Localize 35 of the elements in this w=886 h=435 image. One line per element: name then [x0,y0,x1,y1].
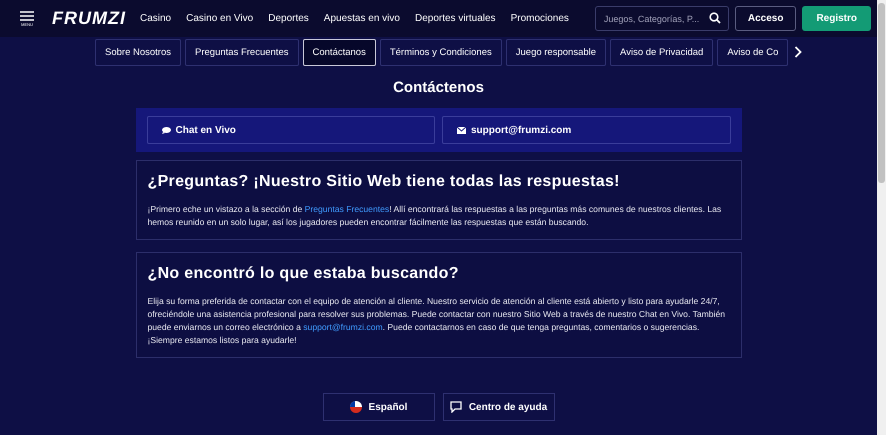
nav-link[interactable]: Casino en Vivo [186,13,254,24]
contact-button[interactable]: Chat en Vivo [146,116,435,144]
logo[interactable]: FRUMZI [52,8,126,29]
chevron-right-icon[interactable] [794,46,802,58]
card-paragraph: ¡Primero eche un vistazo a la sección de Preguntas Frecuentes! Allí encontrará las respuestas a las preguntas más comunes de nuestros clientes. Las hemos reunido en un solo lugar, así los jugadores pueden encontrar fácilmente las respuestas que están buscando. [148,203,722,229]
tab[interactable]: Sobre Nosotros [95,38,182,66]
page-title: Contáctenos [393,79,484,96]
tab[interactable]: Contáctanos [302,38,376,66]
scrollbar-thumb[interactable] [878,3,885,183]
nav-link[interactable]: Casino [140,13,172,24]
tab[interactable]: Aviso de Privacidad [610,38,714,66]
card-heading: ¿No encontró lo que estaba buscando? [148,265,460,283]
search-icon [708,12,721,24]
flag-icon [350,401,362,413]
nav-link[interactable]: Deportes virtuales [414,13,496,24]
card-paragraph: Elija su forma preferida de contactar con el equipo de atención al cliente. Nuestro servicio de atención al cliente está abierto y listo para ayudarle 24/7, ofreciéndole una asistencia profesional para resolver sus problemas. Puede contactar con nuestro Sitio Web a través de nuestro Chat en Vivo. También puede enviarnos un correo electrónico a support@frumzi.com. Puede contactarnos en caso de que tenga preguntas, comentarios o sugerencias. ¡Siempre estamos listos para ayudarle! [148,295,726,347]
footer-button[interactable]: Español [322,393,434,421]
text-link[interactable]: Preguntas Frecuentes [304,204,390,214]
tab[interactable]: Juego responsable [506,38,606,66]
tab[interactable]: Términos y Condiciones [380,38,502,66]
tab[interactable]: Preguntas Frecuentes [185,38,298,66]
card-heading: ¿Preguntas? ¡Nuestro Sitio Web tiene todas las respuestas! [148,173,621,191]
tab[interactable]: Aviso de Co [717,38,788,66]
login-button[interactable]: Acceso [734,6,796,31]
nav-link[interactable]: Apuestas en vivo [324,13,400,24]
text-link[interactable]: support@frumzi.com [303,322,383,332]
search-field[interactable]: Juegos, Categorías, P... [594,6,729,31]
envelope-icon [457,126,466,134]
nav-link[interactable]: Deportes [268,13,309,24]
chat-bubble-icon [162,126,170,134]
nav-link[interactable]: Promociones [510,13,569,24]
register-button[interactable]: Registro [802,6,871,31]
chat-icon [450,401,462,413]
footer-button[interactable]: Centro de ayuda [442,393,554,421]
contact-button[interactable]: support@frumzi.com [442,116,730,144]
